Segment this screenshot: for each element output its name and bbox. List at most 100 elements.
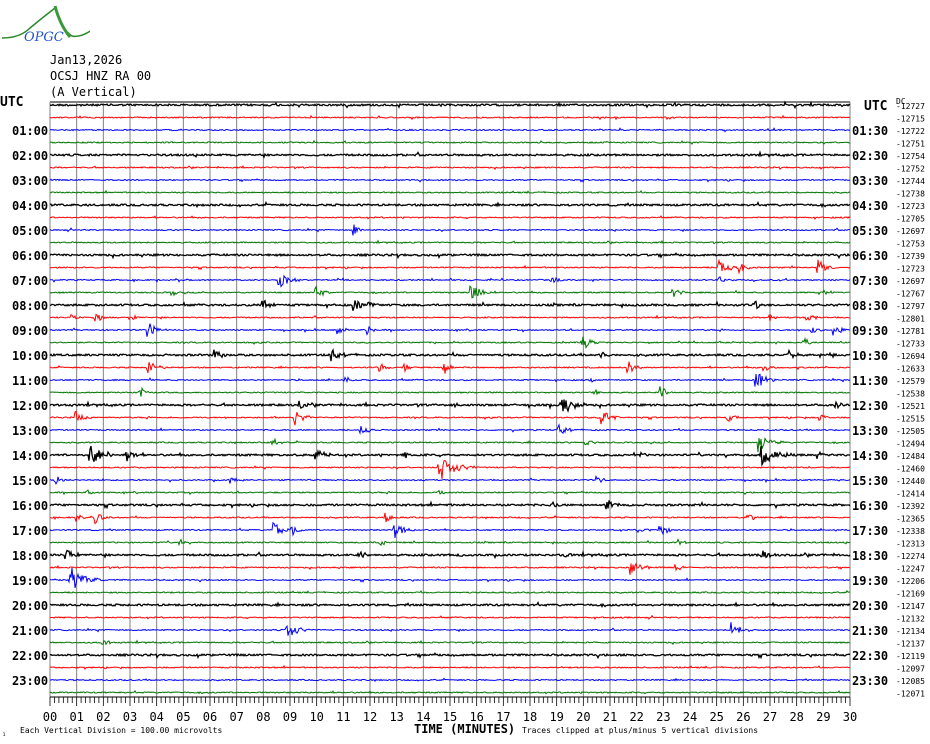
left-hour-label: 18:00 (12, 549, 48, 563)
left-hour-label: 09:00 (12, 324, 48, 338)
dc-offset-label: -12505 (896, 427, 925, 436)
dc-offset-label: -12753 (896, 240, 925, 249)
x-tick-label: 18 (523, 710, 537, 724)
dc-offset-label: -12484 (896, 452, 925, 461)
x-tick-label: 07 (229, 710, 243, 724)
dc-offset-label: -12365 (896, 515, 925, 524)
dc-offset-label: -12414 (896, 490, 925, 499)
left-hour-label: 12:00 (12, 399, 48, 413)
right-hour-label: 13:30 (852, 424, 888, 438)
right-hour-label: 04:30 (852, 199, 888, 213)
dc-offset-label: -12440 (896, 477, 925, 486)
x-tick-label: 01 (69, 710, 83, 724)
dc-offset-label: -12579 (896, 377, 925, 386)
dc-offset-label: -12697 (896, 227, 925, 236)
left-hour-label: 04:00 (12, 199, 48, 213)
x-tick-label: 02 (96, 710, 110, 724)
x-tick-label: 03 (123, 710, 137, 724)
dc-offset-label: -12733 (896, 340, 925, 349)
dc-offset-label: -12801 (896, 315, 925, 324)
x-tick-label: 20 (576, 710, 590, 724)
x-tick-label: 06 (203, 710, 217, 724)
left-hour-label: 10:00 (12, 349, 48, 363)
left-hour-label: 03:00 (12, 174, 48, 188)
x-tick-label: 26 (736, 710, 750, 724)
left-hour-label: 01:00 (12, 124, 48, 138)
right-hour-label: 16:30 (852, 499, 888, 513)
dc-offset-label: -12247 (896, 565, 925, 574)
left-hour-label: 19:00 (12, 574, 48, 588)
dc-offset-label: -12715 (896, 115, 925, 124)
right-hour-label: 09:30 (852, 324, 888, 338)
right-hour-label: 15:30 (852, 474, 888, 488)
x-tick-label: 00 (43, 710, 57, 724)
dc-offset-label: -12705 (896, 215, 925, 224)
right-hour-label: 18:30 (852, 549, 888, 563)
right-hour-label: 19:30 (852, 574, 888, 588)
x-tick-label: 30 (843, 710, 857, 724)
right-hour-label: 11:30 (852, 374, 888, 388)
x-tick-label: 13 (389, 710, 403, 724)
dc-offset-label: -12754 (896, 152, 925, 161)
right-hour-label: 23:30 (852, 674, 888, 688)
right-hour-label: 14:30 (852, 449, 888, 463)
left-hour-label: 13:00 (12, 424, 48, 438)
dc-offset-label: -12723 (896, 202, 925, 211)
x-tick-label: 08 (256, 710, 270, 724)
dc-offset-label: -12206 (896, 577, 925, 586)
dc-offset-label: -12723 (896, 265, 925, 274)
right-hour-label: 10:30 (852, 349, 888, 363)
left-hour-label: 20:00 (12, 599, 48, 613)
left-hour-label: 23:00 (12, 674, 48, 688)
left-hour-label: 06:00 (12, 249, 48, 263)
right-hour-label: 08:30 (852, 299, 888, 313)
dc-offset-label: -12134 (896, 627, 925, 636)
right-utc-header: UTC (864, 99, 887, 114)
left-hour-label: 21:00 (12, 624, 48, 638)
right-hour-label: 03:30 (852, 174, 888, 188)
helicorder-plot: -12727-12715-12722-12751-12754-12752-127… (0, 95, 925, 738)
x-tick-label: 12 (363, 710, 377, 724)
time-labels: -12727-12715-12722-12751-12754-12752-127… (12, 102, 925, 699)
dc-offset-label: -12738 (896, 190, 925, 199)
left-hour-label: 07:00 (12, 274, 48, 288)
x-tick-label: 23 (656, 710, 670, 724)
right-hour-label: 21:30 (852, 624, 888, 638)
x-tick-label: 29 (816, 710, 830, 724)
right-hour-label: 05:30 (852, 224, 888, 238)
x-tick-label: 27 (763, 710, 777, 724)
dc-offset-label: -12797 (896, 302, 925, 311)
left-hour-label: 15:00 (12, 474, 48, 488)
dc-offset-label: -12119 (896, 652, 925, 661)
left-hour-label: 16:00 (12, 499, 48, 513)
dc-offset-label: -12147 (896, 602, 925, 611)
left-hour-label: 02:00 (12, 149, 48, 163)
dc-offset-label: -12751 (896, 140, 925, 149)
left-utc-header: UTC (0, 95, 23, 110)
dc-offset-label: -12392 (896, 502, 925, 511)
right-hour-label: 01:30 (852, 124, 888, 138)
right-hour-label: 22:30 (852, 649, 888, 663)
dc-offset-label: -12767 (896, 290, 925, 299)
left-hour-label: 17:00 (12, 524, 48, 538)
x-tick-label: 05 (176, 710, 190, 724)
right-hour-label: 06:30 (852, 249, 888, 263)
dc-offset-label: -12739 (896, 252, 925, 261)
dc-offset-label: -12313 (896, 540, 925, 549)
left-hour-label: 22:00 (12, 649, 48, 663)
x-tick-label: 11 (336, 710, 350, 724)
minute-grid (49, 101, 851, 697)
left-hour-label: 11:00 (12, 374, 48, 388)
dc-label: DC (896, 97, 906, 106)
x-tick-label: 25 (709, 710, 723, 724)
corner-mark: ₁ (2, 730, 6, 738)
right-hour-label: 07:30 (852, 274, 888, 288)
dc-offset-label: -12137 (896, 640, 925, 649)
left-hour-label: 14:00 (12, 449, 48, 463)
x-tick-label: 21 (603, 710, 617, 724)
dc-offset-label: -12169 (896, 590, 925, 599)
x-tick-label: 04 (149, 710, 163, 724)
dc-offset-label: -12097 (896, 665, 925, 674)
scale-note: Each Vertical Division = 100.00 microvol… (20, 726, 222, 735)
right-hour-label: 20:30 (852, 599, 888, 613)
